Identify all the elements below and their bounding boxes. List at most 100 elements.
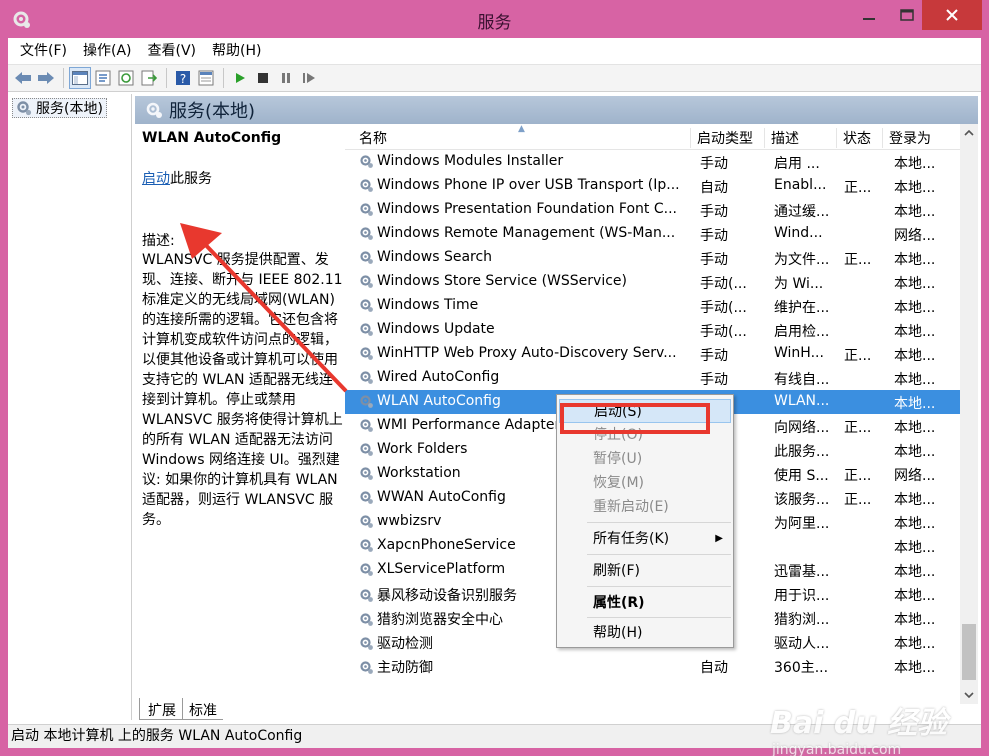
description-cell: 迅雷基... bbox=[774, 564, 830, 580]
watermark-brand: Bai du 经验 bbox=[770, 706, 948, 741]
logon-cell: 网络... bbox=[894, 468, 936, 484]
menu-view[interactable]: 查看(V) bbox=[140, 40, 205, 62]
description-cell: 为阿里... bbox=[774, 516, 830, 532]
logon-cell: 本地... bbox=[894, 516, 936, 532]
service-name-cell: Windows Store Service (WSService) bbox=[359, 273, 691, 289]
service-name-cell: Windows Update bbox=[359, 321, 691, 337]
table-row[interactable]: Windows Modules Installer 手动 启用 ... 本地... bbox=[345, 150, 978, 174]
scrollbar-thumb[interactable] bbox=[962, 624, 976, 680]
column-logon-as[interactable]: 登录为 bbox=[883, 128, 959, 148]
panel-title: 服务(本地) bbox=[169, 101, 256, 122]
resume-icon[interactable] bbox=[298, 67, 320, 89]
startup-type-cell: 手动 bbox=[700, 348, 728, 364]
toolbar: ? bbox=[8, 64, 981, 92]
service-name: Windows Search bbox=[377, 249, 493, 265]
pause-icon[interactable] bbox=[275, 67, 297, 89]
forward-arrow-icon[interactable] bbox=[35, 67, 57, 89]
description-cell: 通过缓... bbox=[774, 204, 830, 220]
service-name: Windows Presentation Foundation Font C..… bbox=[377, 201, 677, 217]
logon-cell: 本地... bbox=[894, 636, 936, 652]
menu-help[interactable]: 帮助(H) bbox=[204, 40, 269, 62]
startup-type-cell: 手动 bbox=[700, 156, 728, 172]
menu-action[interactable]: 操作(A) bbox=[75, 40, 140, 62]
logon-cell: 本地... bbox=[894, 372, 936, 388]
description-cell: 为文件... bbox=[774, 252, 830, 268]
menu-item-pause[interactable]: 暂停(U) bbox=[559, 447, 731, 471]
description-cell: 向网络... bbox=[774, 420, 830, 436]
service-name-cell: WinHTTP Web Proxy Auto-Discovery Serv... bbox=[359, 345, 691, 361]
show-tree-icon[interactable] bbox=[69, 67, 91, 89]
logon-cell: 本地... bbox=[894, 612, 936, 628]
service-name-cell: Wired AutoConfig bbox=[359, 369, 691, 385]
help-icon[interactable]: ? bbox=[172, 67, 194, 89]
table-row[interactable]: 主动防御 自动 360主... 本地... bbox=[345, 654, 978, 678]
service-gear-icon bbox=[360, 562, 373, 576]
status-cell: 正... bbox=[844, 348, 872, 364]
stop-icon[interactable] bbox=[252, 67, 274, 89]
vertical-scrollbar[interactable] bbox=[960, 124, 978, 704]
startup-type-cell: 手动 bbox=[700, 372, 728, 388]
logon-cell: 本地... bbox=[894, 420, 936, 436]
table-row[interactable]: Windows Presentation Foundation Font C..… bbox=[345, 198, 978, 222]
table-row[interactable]: WinHTTP Web Proxy Auto-Discovery Serv...… bbox=[345, 342, 978, 366]
service-name: 驱动检测 bbox=[377, 636, 433, 652]
service-name: WLAN AutoConfig bbox=[377, 393, 501, 409]
start-service-suffix: 此服务 bbox=[170, 171, 212, 187]
service-name: WinHTTP Web Proxy Auto-Discovery Serv... bbox=[377, 345, 677, 361]
column-description[interactable]: 描述 bbox=[765, 128, 837, 148]
play-icon[interactable] bbox=[229, 67, 251, 89]
menu-item-resume[interactable]: 恢复(M) bbox=[559, 471, 731, 495]
service-gear-icon bbox=[360, 250, 373, 264]
menu-file[interactable]: 文件(F) bbox=[12, 40, 75, 62]
description-cell: 有线自... bbox=[774, 372, 830, 388]
logon-cell: 本地... bbox=[894, 348, 936, 364]
column-startup-type[interactable]: 启动类型 bbox=[691, 128, 765, 148]
start-service-link[interactable]: 启动 bbox=[142, 171, 170, 187]
annotation-highlight-box bbox=[560, 403, 710, 434]
tab-standard[interactable]: 标准 bbox=[181, 698, 223, 720]
service-name: wwbizsrv bbox=[377, 513, 442, 529]
panel-header: 服务(本地) bbox=[135, 96, 978, 124]
description-cell: WLAN... bbox=[774, 393, 830, 409]
startup-type-cell: 手动 bbox=[700, 228, 728, 244]
table-row[interactable]: Windows Store Service (WSService) 手动(... 为… bbox=[345, 270, 978, 294]
menu-item-restart[interactable]: 重新启动(E) bbox=[559, 495, 731, 519]
menu-item-all-tasks[interactable]: 所有任务(K) ▶ bbox=[559, 527, 731, 551]
service-gear-icon bbox=[360, 178, 373, 192]
console-view-icon[interactable] bbox=[195, 67, 217, 89]
close-icon bbox=[946, 9, 958, 21]
menu-item-refresh[interactable]: 刷新(F) bbox=[559, 559, 731, 583]
export-icon[interactable] bbox=[138, 67, 160, 89]
back-arrow-icon[interactable] bbox=[12, 67, 34, 89]
annotation-arrow-icon bbox=[180, 223, 348, 393]
table-row[interactable]: Wired AutoConfig 手动 有线自... 本地... bbox=[345, 366, 978, 390]
tree-item-services-local[interactable]: 服务(本地) bbox=[12, 98, 107, 118]
refresh-icon[interactable] bbox=[115, 67, 137, 89]
service-name: XapcnPhoneService bbox=[377, 537, 516, 553]
table-row[interactable]: Windows Phone IP over USB Transport (Ip.… bbox=[345, 174, 978, 198]
menu-item-help[interactable]: 帮助(H) bbox=[559, 621, 731, 645]
service-name-cell: 主动防御 bbox=[359, 657, 691, 677]
menu-separator bbox=[587, 522, 731, 523]
table-row[interactable]: Windows Update 手动(... 启用检... 本地... bbox=[345, 318, 978, 342]
table-row[interactable]: Windows Remote Management (WS-Man... 手动 Wi… bbox=[345, 222, 978, 246]
properties-icon[interactable] bbox=[92, 67, 114, 89]
table-row[interactable]: Windows Search 手动 为文件... 正... 本地... bbox=[345, 246, 978, 270]
menu-separator bbox=[587, 617, 731, 618]
menu-item-properties[interactable]: 属性(R) bbox=[559, 591, 731, 615]
service-name: Windows Update bbox=[377, 321, 495, 337]
logon-cell: 本地... bbox=[894, 564, 936, 580]
column-name[interactable]: 名称 bbox=[353, 128, 691, 148]
column-status[interactable]: 状态 bbox=[837, 128, 883, 148]
logon-cell: 本地... bbox=[894, 276, 936, 292]
menu-bar: 文件(F) 操作(A) 查看(V) 帮助(H) bbox=[8, 38, 981, 64]
title-bar[interactable]: 服务 bbox=[0, 0, 989, 38]
toolbar-separator bbox=[223, 68, 224, 88]
close-button[interactable] bbox=[922, 0, 982, 30]
tab-extended[interactable]: 扩展 bbox=[139, 698, 183, 720]
scroll-up-icon[interactable] bbox=[960, 124, 978, 142]
menu-separator bbox=[587, 554, 731, 555]
table-row[interactable]: Windows Time 手动(... 维护在... 本地... bbox=[345, 294, 978, 318]
service-gear-icon bbox=[360, 274, 373, 288]
service-gear-icon bbox=[360, 538, 373, 552]
